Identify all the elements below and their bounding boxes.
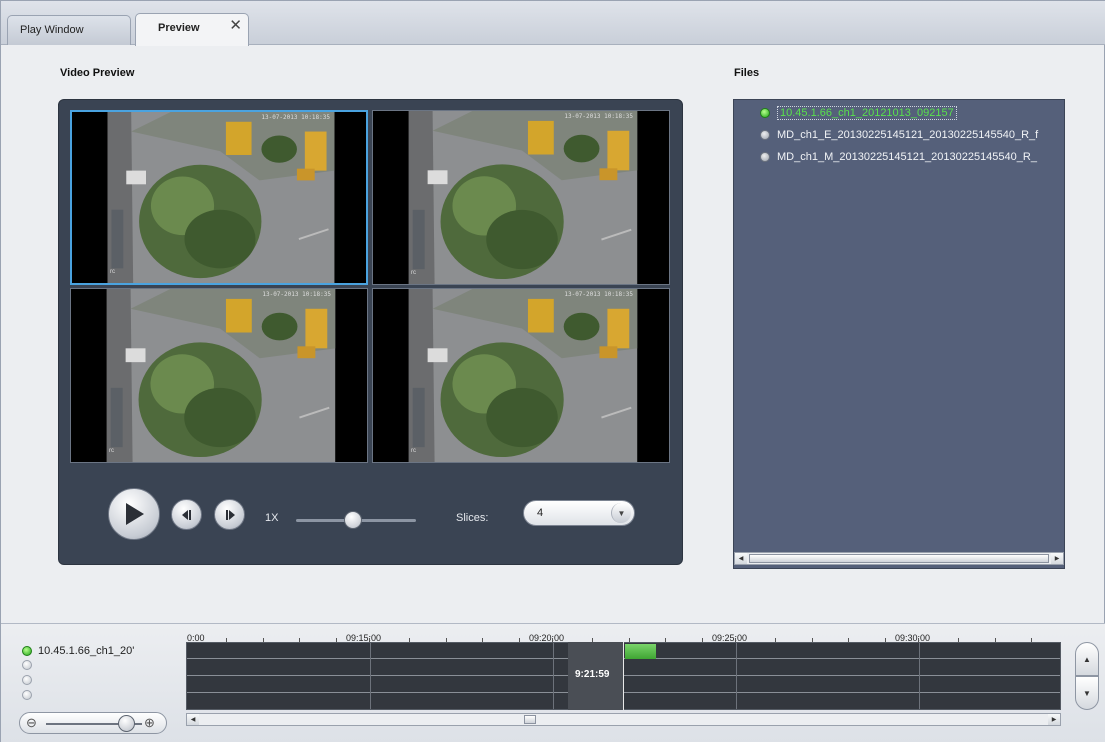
file-item[interactable]: 10.45.1.66_ch1_20121013_092157 [760,106,1060,120]
video-panel: 13-07-2013 10:18:35 rc 13-07-2013 10:18:… [58,99,683,565]
chevron-down-icon[interactable]: ▼ [611,503,631,523]
close-icon[interactable]: ✕ [229,16,242,34]
scroll-up-button[interactable]: ▲ [1075,642,1099,676]
timeline-scrollbar[interactable]: ◀ ▶ [186,713,1061,726]
tab-preview[interactable]: Preview ✕ [135,13,249,46]
video-tile-2[interactable]: 13-07-2013 10:18:35 rc [372,110,670,285]
files-title: Files [734,67,760,79]
radio-icon [22,690,32,700]
chevron-up-icon: ▲ [1083,654,1091,664]
video-frame [71,289,367,462]
tile-channel-mark: rc [110,269,115,275]
radio-icon [22,646,32,656]
video-frame [72,112,366,283]
tile-channel-mark: rc [411,448,416,454]
channel-item[interactable] [22,675,38,685]
file-name: 10.45.1.66_ch1_20121013_092157 [777,106,957,120]
tab-bar: Play Window Preview ✕ [1,1,1105,46]
radio-icon [760,130,770,140]
app-window: Play Window Preview ✕ Video Preview File… [0,0,1105,742]
scroll-thumb[interactable] [524,715,536,724]
video-frame [373,111,669,284]
tab-label: Preview [158,22,200,34]
radio-icon [22,675,32,685]
scroll-left-icon[interactable]: ◀ [187,714,199,725]
tile-timestamp: 13-07-2013 10:18:35 [564,291,633,298]
zoom-slider[interactable]: ⊖ ⊕ [19,712,167,734]
tile-timestamp: 13-07-2013 10:18:35 [262,291,331,298]
video-tile-3[interactable]: 13-07-2013 10:18:35 rc [70,288,368,463]
zoom-out-icon[interactable]: ⊖ [26,715,37,731]
play-button[interactable] [108,488,160,540]
recording-segment[interactable] [625,644,656,659]
play-icon [126,503,144,525]
step-back-icon [181,509,191,520]
speed-label: 1X [265,512,279,524]
zoom-knob[interactable] [118,715,135,732]
step-forward-icon [225,509,235,520]
step-back-button[interactable] [171,499,202,530]
tab-label: Play Window [20,24,84,36]
playhead-time: 9:21:59 [575,669,610,680]
channel-item[interactable] [22,660,38,670]
slices-label: Slices: [456,512,489,524]
tile-timestamp: 13-07-2013 10:18:35 [564,113,633,120]
file-item[interactable]: MD_ch1_E_20130225145121_20130225145540_R… [760,128,1060,142]
channel-item[interactable]: 10.45.1.66_ch1_20' [22,645,134,657]
video-frame [373,289,669,462]
step-forward-button[interactable] [214,499,245,530]
files-panel: 10.45.1.66_ch1_20121013_092157 MD_ch1_E_… [733,99,1065,569]
scroll-thumb[interactable] [749,554,1049,563]
slices-select[interactable]: 4 ▼ [523,500,635,526]
chevron-down-icon: ▼ [1083,688,1091,698]
radio-icon [22,660,32,670]
playhead[interactable] [623,642,624,710]
scroll-left-icon[interactable]: ◀ [735,553,747,564]
slices-value: 4 [537,507,544,519]
zoom-in-icon[interactable]: ⊕ [144,715,155,731]
scroll-right-icon[interactable]: ▶ [1051,553,1063,564]
radio-icon [760,108,770,118]
file-item[interactable]: MD_ch1_M_20130225145121_20130225145540_R… [760,150,1060,164]
channel-label: 10.45.1.66_ch1_20' [38,645,135,657]
scroll-right-icon[interactable]: ▶ [1048,714,1060,725]
video-preview-title: Video Preview [60,67,135,79]
file-name: MD_ch1_M_20130225145121_20130225145540_R… [777,151,1037,163]
video-tile-1[interactable]: 13-07-2013 10:18:35 rc [70,110,368,285]
files-horizontal-scrollbar[interactable]: ◀ ▶ [734,552,1064,565]
file-name: MD_ch1_E_20130225145121_20130225145540_R… [777,129,1039,141]
tile-channel-mark: rc [411,270,416,276]
tab-play-window[interactable]: Play Window [7,15,131,45]
channel-item[interactable] [22,690,38,700]
radio-icon [760,152,770,162]
video-tile-4[interactable]: 13-07-2013 10:18:35 rc [372,288,670,463]
tile-channel-mark: rc [109,448,114,454]
speed-slider-thumb[interactable] [344,511,362,529]
scroll-down-button[interactable]: ▼ [1075,676,1099,710]
tile-timestamp: 13-07-2013 10:18:35 [261,114,330,121]
